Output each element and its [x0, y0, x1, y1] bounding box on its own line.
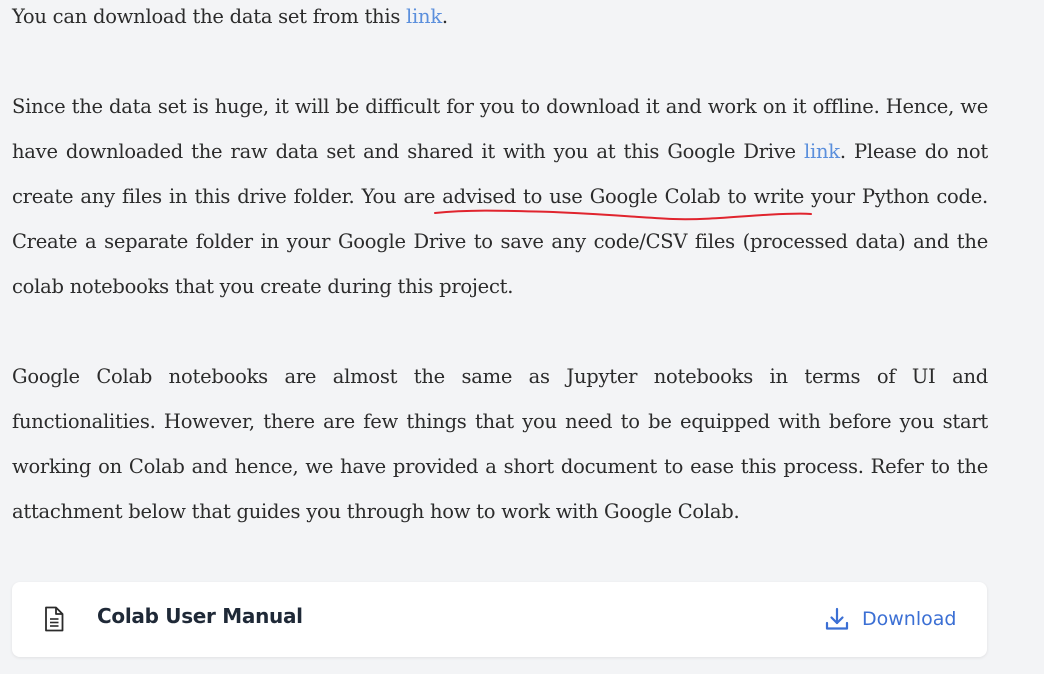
dataset-link[interactable]: link	[406, 5, 442, 28]
download-button[interactable]: Download	[824, 604, 956, 634]
paragraph-colab-info: Google Colab notebooks are almost the sa…	[12, 365, 988, 523]
download-icon	[825, 607, 849, 630]
attachment-card: Colab User Manual Download	[12, 582, 987, 657]
attachment-title: Colab User Manual	[97, 604, 303, 628]
p1-text: You can download the data set from this	[12, 5, 407, 28]
paragraph-drive-info: Since the data set is huge, it will be d…	[12, 84, 988, 309]
p1-end: .	[441, 5, 448, 28]
highlighted-colab-text: Google Colab to write your Python code	[589, 185, 983, 208]
download-label: Download	[862, 608, 957, 630]
paragraph-download-intro: You can download the data set from this …	[12, 0, 988, 39]
document-icon	[45, 606, 64, 632]
google-drive-link[interactable]: link	[804, 140, 840, 163]
